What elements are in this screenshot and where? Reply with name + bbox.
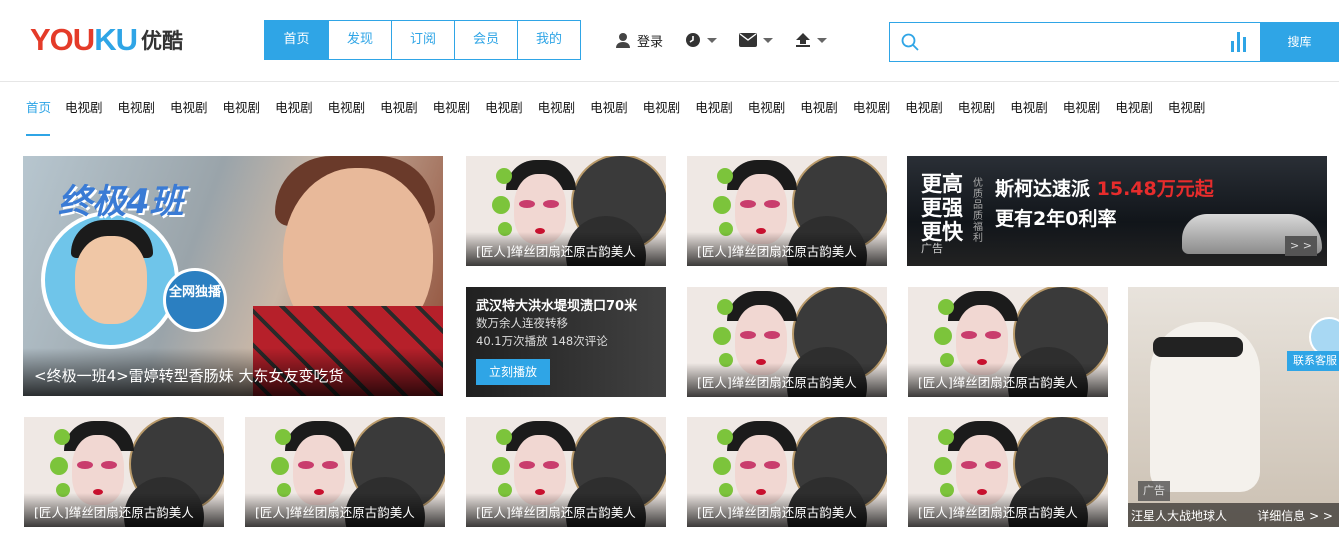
news-stats: 40.1万次播放 148次评论 <box>476 334 608 348</box>
header-tools: 登录 <box>615 26 849 54</box>
channel-item[interactable]: 电视剧 <box>590 98 628 138</box>
channel-item[interactable]: 电视剧 <box>853 98 891 138</box>
ad-more-button[interactable]: > > <box>1285 236 1317 256</box>
video-caption: [匠人]缂丝团扇还原古韵美人 <box>908 363 1108 397</box>
channel-item[interactable]: 电视剧 <box>380 98 418 138</box>
video-tile[interactable]: [匠人]缂丝团扇还原古韵美人 <box>908 287 1108 397</box>
channel-item[interactable]: 电视剧 <box>958 98 996 138</box>
chevron-down-icon <box>763 37 774 43</box>
details-link[interactable]: 详细信息 > > <box>1257 508 1333 527</box>
channel-item[interactable]: 电视剧 <box>695 98 733 138</box>
mail-icon <box>739 33 758 47</box>
ad-subline: 更有2年0利率 <box>995 208 1117 230</box>
channel-item[interactable]: 电视剧 <box>1063 98 1101 138</box>
hero-video-tile[interactable]: 终极4班 全网独播 <终极一班4>雷婷转型香肠妹 大东女友变吃货 <box>23 156 443 396</box>
channel-item[interactable]: 电视剧 <box>905 98 943 138</box>
video-caption: [匠人]缂丝团扇还原古韵美人 <box>466 232 666 266</box>
video-tile[interactable]: [匠人]缂丝团扇还原古韵美人 <box>466 156 666 266</box>
news-title: 武汉特大洪水堤坝溃口70米 <box>476 299 638 314</box>
video-caption: [匠人]缂丝团扇还原古韵美人 <box>24 493 224 527</box>
ad-slogan: 更高 更强 更快 <box>921 172 963 244</box>
hero-badge: 全网独播 <box>163 268 227 332</box>
channel-home[interactable]: 首页 <box>26 98 51 136</box>
ad-vertical-text: 优质 品质 福利 <box>973 178 983 244</box>
search-button[interactable]: 搜库 <box>1260 22 1339 62</box>
channel-item[interactable]: 电视剧 <box>170 98 208 138</box>
clock-icon <box>686 33 701 47</box>
dog-ad-caption: 汪星人大战地球人 详细信息 > > <box>1128 503 1339 527</box>
top-header: YOUKU 优酷 首页 发现 订阅 会员 我的 登录 搜库 <box>0 0 1339 82</box>
channel-item[interactable]: 电视剧 <box>1010 98 1048 138</box>
video-caption: [匠人]缂丝团扇还原古韵美人 <box>908 493 1108 527</box>
channel-item[interactable]: 电视剧 <box>65 98 103 138</box>
channel-item[interactable]: 电视剧 <box>1115 98 1153 138</box>
logo-chinese: 优酷 <box>140 29 183 53</box>
nav-subscribe[interactable]: 订阅 <box>391 21 454 59</box>
channel-item[interactable]: 电视剧 <box>433 98 471 138</box>
video-tile[interactable]: [匠人]缂丝团扇还原古韵美人 <box>908 417 1108 527</box>
video-caption: [匠人]缂丝团扇还原古韵美人 <box>687 232 887 266</box>
upload-button[interactable] <box>795 32 828 48</box>
main-nav: 首页 发现 订阅 会员 我的 <box>264 20 581 60</box>
video-tile[interactable]: [匠人]缂丝团扇还原古韵美人 <box>245 417 445 527</box>
search-bar: 搜库 <box>889 22 1339 62</box>
nav-home[interactable]: 首页 <box>265 21 328 59</box>
news-subtitle: 数万余人连夜转移 <box>476 316 568 330</box>
news-video-tile[interactable]: 武汉特大洪水堤坝溃口70米 数万余人连夜转移 40.1万次播放 148次评论 立… <box>466 287 666 397</box>
channel-item[interactable]: 电视剧 <box>748 98 786 138</box>
channel-item[interactable]: 电视剧 <box>538 98 576 138</box>
search-box <box>889 22 1260 62</box>
chevron-down-icon <box>817 37 828 43</box>
hero-image-figure <box>75 236 147 324</box>
channel-nav: 首页 电视剧 电视剧 电视剧 电视剧 电视剧 电视剧 电视剧 电视剧 电视剧 电… <box>26 98 1220 138</box>
history-button[interactable] <box>685 32 718 48</box>
channel-item[interactable]: 电视剧 <box>643 98 681 138</box>
channel-item[interactable]: 电视剧 <box>223 98 261 138</box>
search-input[interactable] <box>926 29 1226 55</box>
video-tile[interactable]: [匠人]缂丝团扇还原古韵美人 <box>687 417 887 527</box>
channel-item[interactable]: 电视剧 <box>1168 98 1206 138</box>
channel-item[interactable]: 电视剧 <box>118 98 156 138</box>
video-caption: [匠人]缂丝团扇还原古韵美人 <box>687 363 887 397</box>
login-button[interactable]: 登录 <box>615 31 663 50</box>
hero-title-art: 终极4班 <box>58 182 184 222</box>
search-icon <box>901 33 919 51</box>
car-ad-banner[interactable]: 更高 更强 更快 优质 品质 福利 斯柯达速派 15.48万元起 更有2年0利率 广… <box>907 156 1327 266</box>
video-tile[interactable]: [匠人]缂丝团扇还原古韵美人 <box>687 287 887 397</box>
video-tile[interactable]: [匠人]缂丝团扇还原古韵美人 <box>466 417 666 527</box>
login-label: 登录 <box>637 34 664 50</box>
dog-ad-banner[interactable]: 联系客服 广告 汪星人大战地球人 详细信息 > > <box>1128 287 1339 527</box>
chevron-down-icon <box>707 37 718 43</box>
chart-bars-icon[interactable] <box>1230 32 1248 52</box>
channel-item[interactable]: 电视剧 <box>485 98 523 138</box>
video-tile[interactable]: [匠人]缂丝团扇还原古韵美人 <box>24 417 224 527</box>
video-tile[interactable]: [匠人]缂丝团扇还原古韵美人 <box>687 156 887 266</box>
hero-caption: <终极一班4>雷婷转型香肠妹 大东女友变吃货 <box>23 348 443 396</box>
channel-item[interactable]: 电视剧 <box>275 98 313 138</box>
channel-item[interactable]: 电视剧 <box>328 98 366 138</box>
message-button[interactable] <box>739 33 774 47</box>
ad-label: 广告 <box>1138 481 1170 501</box>
nav-member[interactable]: 会员 <box>454 21 517 59</box>
contact-service-button[interactable]: 联系客服 <box>1287 351 1339 371</box>
video-caption: [匠人]缂丝团扇还原古韵美人 <box>466 493 666 527</box>
play-now-button[interactable]: 立刻播放 <box>476 359 550 385</box>
video-caption: [匠人]缂丝团扇还原古韵美人 <box>245 493 445 527</box>
dog-image <box>1153 337 1243 357</box>
ad-label: 广告 <box>921 242 943 255</box>
logo-latin: YOUKU <box>30 22 138 57</box>
ad-headline: 斯柯达速派 15.48万元起 <box>995 178 1214 200</box>
user-icon <box>616 33 630 48</box>
nav-discover[interactable]: 发现 <box>328 21 391 59</box>
channel-item[interactable]: 电视剧 <box>800 98 838 138</box>
nav-mine[interactable]: 我的 <box>517 21 580 59</box>
upload-icon <box>796 33 811 47</box>
youku-logo[interactable]: YOUKU 优酷 <box>30 22 183 58</box>
video-caption: [匠人]缂丝团扇还原古韵美人 <box>687 493 887 527</box>
